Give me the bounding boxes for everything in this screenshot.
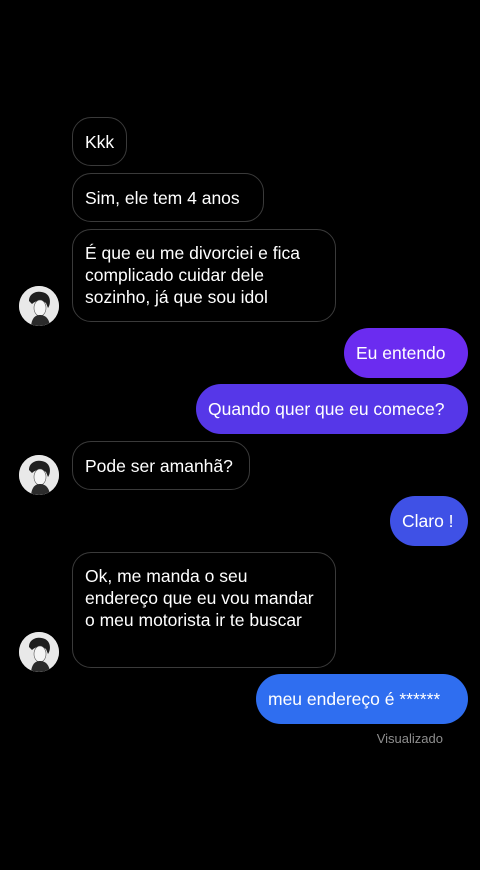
- profile-photo-icon: [19, 455, 59, 495]
- contact-avatar[interactable]: [19, 632, 59, 672]
- message-outgoing[interactable]: Eu entendo: [344, 328, 468, 378]
- seen-status: Visualizado: [376, 731, 443, 746]
- profile-photo-icon: [19, 632, 59, 672]
- message-text: Sim, ele tem 4 anos: [85, 187, 240, 208]
- message-text: Pode ser amanhã?: [85, 455, 233, 476]
- message-text: Kkk: [85, 131, 115, 152]
- message-outgoing[interactable]: meu endereço é ******: [256, 674, 468, 724]
- message-text: Claro !: [402, 511, 454, 531]
- message-incoming[interactable]: Sim, ele tem 4 anos: [72, 173, 264, 222]
- message-incoming[interactable]: Kkk: [72, 117, 127, 166]
- message-text: Ok, me manda o seu endereço que eu vou m…: [85, 566, 314, 630]
- profile-photo-icon: [19, 286, 59, 326]
- message-text: meu endereço é ******: [268, 689, 441, 709]
- message-outgoing[interactable]: Quando quer que eu comece?: [196, 384, 468, 434]
- message-outgoing[interactable]: Claro !: [390, 496, 468, 546]
- message-incoming[interactable]: Ok, me manda o seu endereço que eu vou m…: [72, 552, 336, 668]
- message-incoming[interactable]: Pode ser amanhã?: [72, 441, 250, 490]
- message-text: É que eu me divorciei e fica complicado …: [85, 243, 300, 307]
- message-incoming[interactable]: É que eu me divorciei e fica complicado …: [72, 229, 336, 322]
- chat-thread: Kkk Sim, ele tem 4 anos É que eu me divo…: [0, 0, 480, 870]
- message-text: Quando quer que eu comece?: [208, 399, 445, 419]
- contact-avatar[interactable]: [19, 286, 59, 326]
- message-text: Eu entendo: [356, 343, 446, 363]
- contact-avatar[interactable]: [19, 455, 59, 495]
